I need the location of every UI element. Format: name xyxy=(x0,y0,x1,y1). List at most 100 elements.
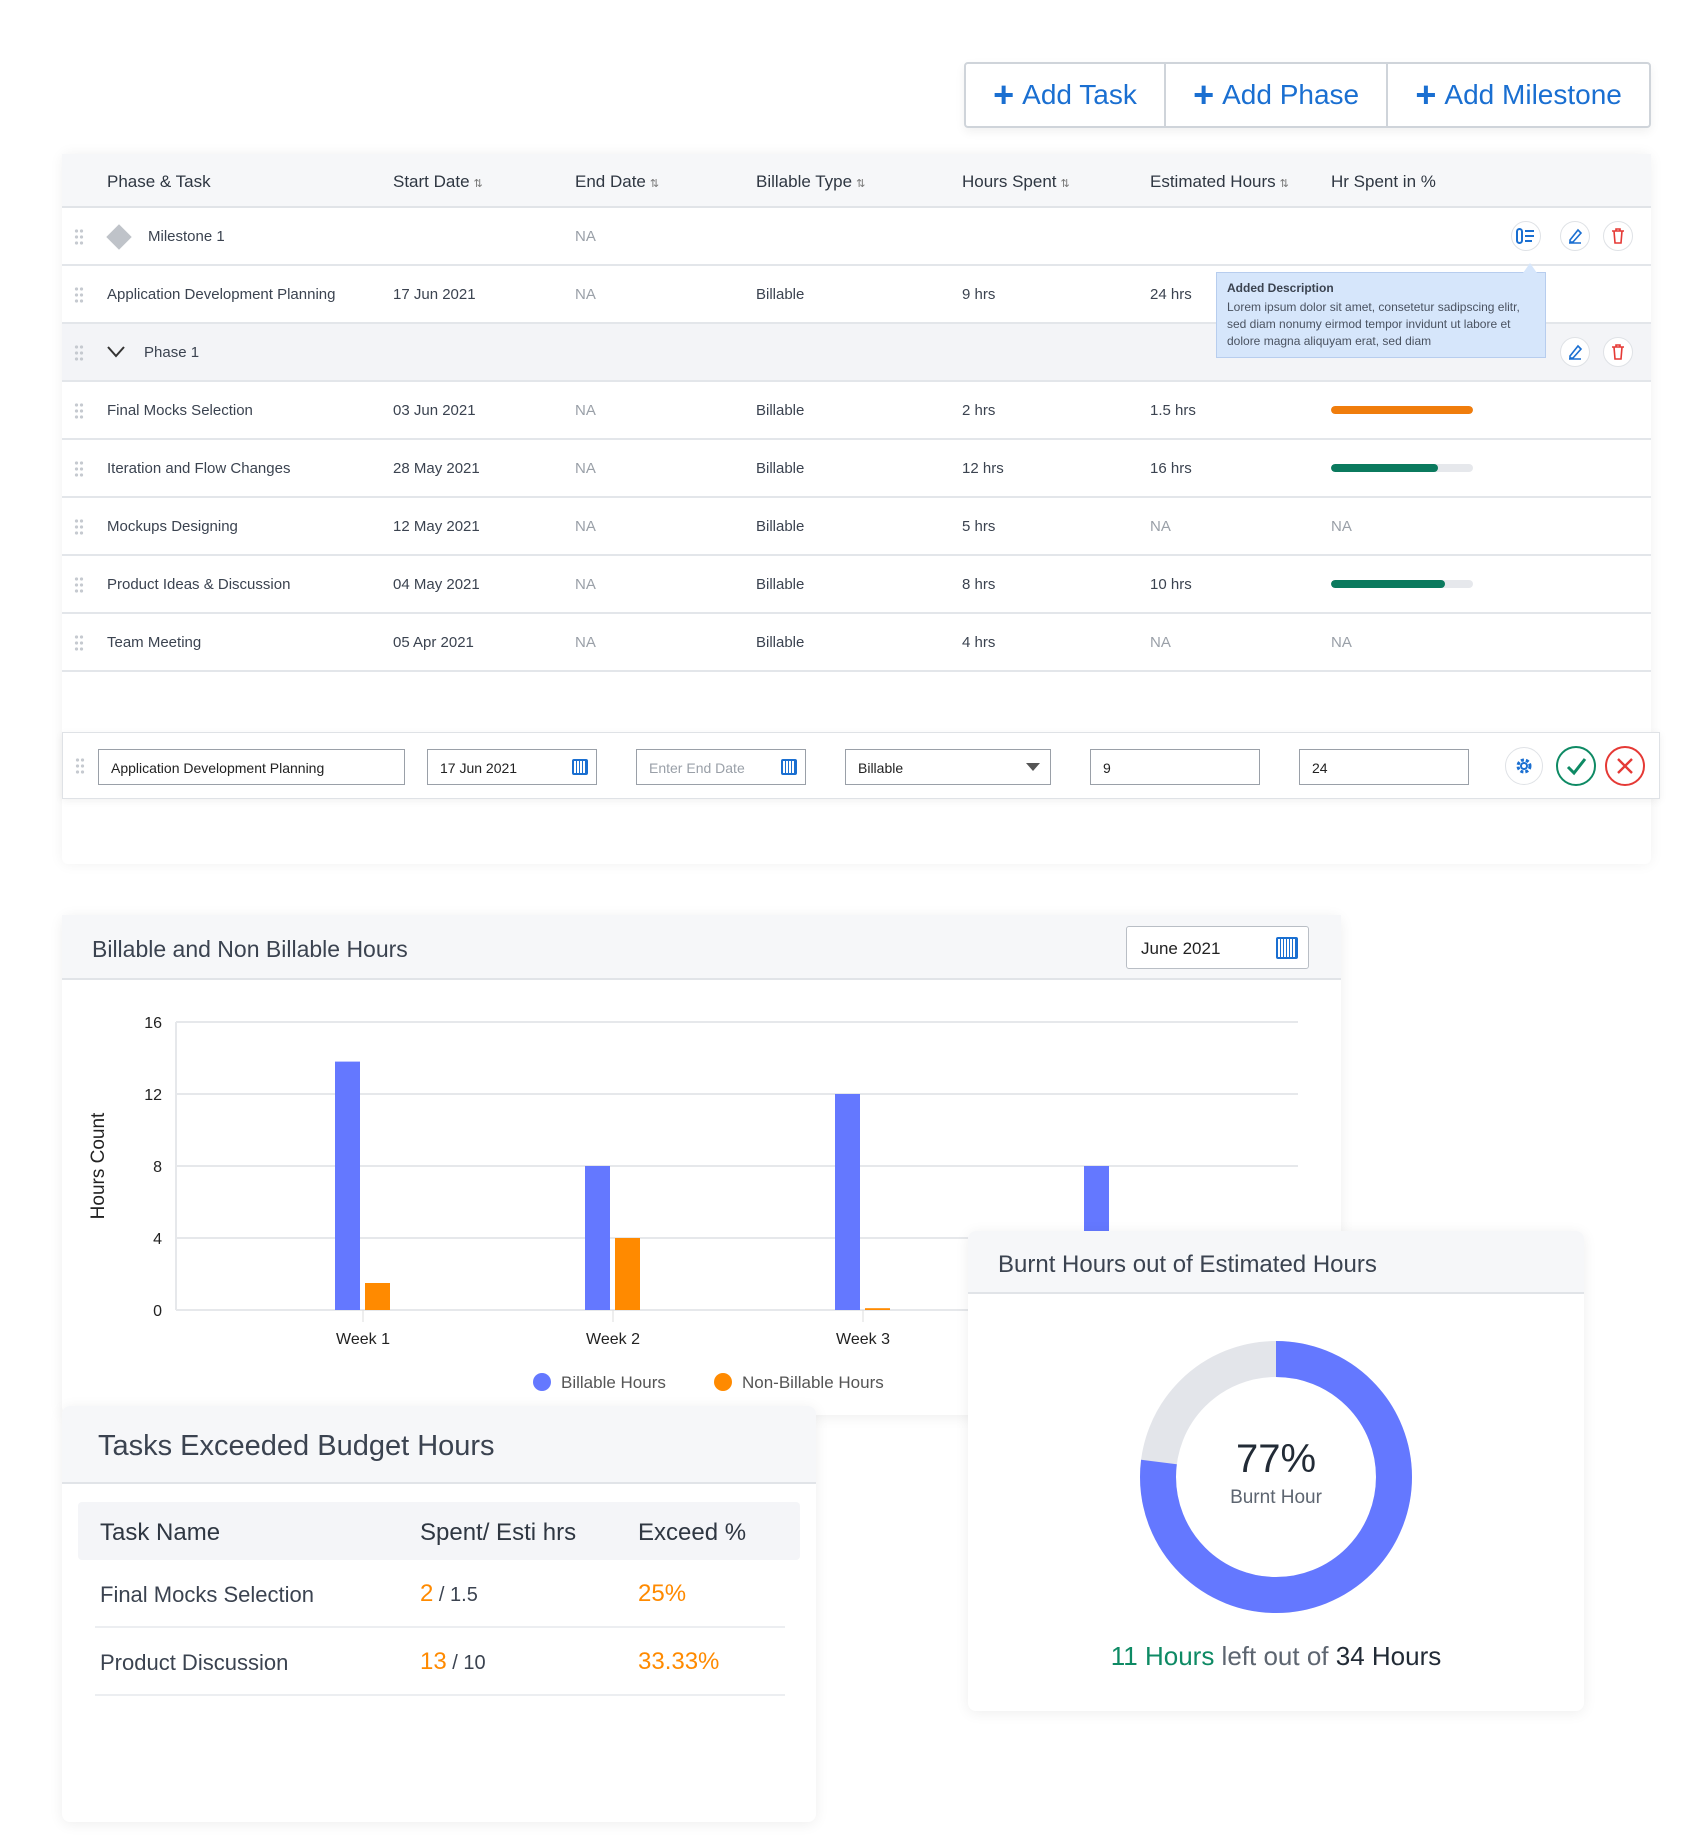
estimated-hours-input[interactable]: 24 xyxy=(1299,749,1469,785)
edit-button[interactable] xyxy=(1560,337,1590,367)
close-icon xyxy=(1617,758,1633,774)
add-phase-button[interactable]: + Add Phase xyxy=(1166,64,1389,126)
table-row[interactable]: Iteration and Flow Changes 28 May 2021 N… xyxy=(62,440,1651,498)
y-axis-label: Hours Count xyxy=(88,1112,109,1219)
calendar-icon[interactable] xyxy=(572,759,588,775)
drag-handle-icon[interactable] xyxy=(74,344,84,362)
drag-handle-icon[interactable] xyxy=(74,576,84,594)
start-date-input[interactable]: 17 Jun 2021 xyxy=(427,749,597,785)
sort-icon[interactable]: ⇅ xyxy=(650,178,659,190)
col-task-name: Task Name xyxy=(100,1519,221,1546)
col-exceed: Exceed % xyxy=(638,1519,747,1546)
add-milestone-label: Add Milestone xyxy=(1444,79,1622,110)
col-estimated-hours[interactable]: Estimated Hours ⇅ xyxy=(1150,172,1289,192)
drag-handle-icon[interactable] xyxy=(74,286,84,304)
task-name: Product Ideas & Discussion xyxy=(107,576,291,593)
col-start-date[interactable]: Start Date ⇅ xyxy=(393,172,483,192)
sort-icon[interactable]: ⇅ xyxy=(474,178,483,190)
estimated-hours: 16 hrs xyxy=(1150,460,1192,477)
x-tick-label: Week 1 xyxy=(336,1331,390,1348)
hours-spent: 2 hrs xyxy=(962,402,996,419)
end-date: NA xyxy=(575,460,596,477)
add-task-label: Add Task xyxy=(1022,79,1137,110)
add-phase-label: Add Phase xyxy=(1222,79,1360,110)
task-name-input[interactable]: Application Development Planning xyxy=(98,749,405,785)
progress-fill xyxy=(1331,464,1438,472)
tooltip-title: Added Description xyxy=(1227,281,1334,295)
trash-icon xyxy=(1612,228,1624,244)
list-item: Final Mocks Selection 2 / 1.5 25% xyxy=(95,1560,785,1628)
add-milestone-button[interactable]: + Add Milestone xyxy=(1388,64,1649,126)
bar-non-billable[interactable] xyxy=(615,1238,640,1310)
billable-type-select[interactable]: Billable xyxy=(845,749,1051,785)
bar-non-billable[interactable] xyxy=(365,1283,390,1310)
pencil-icon xyxy=(1569,344,1583,360)
hours-spent: 5 hrs xyxy=(962,518,996,535)
card-title: Tasks Exceeded Budget Hours xyxy=(98,1430,495,1462)
delete-button[interactable] xyxy=(1603,337,1633,367)
spent-esti: 2 / 1.5 xyxy=(420,1580,478,1608)
bar-billable[interactable] xyxy=(335,1061,360,1310)
trash-icon xyxy=(1612,344,1624,360)
chevron-down-icon[interactable] xyxy=(107,346,125,358)
drag-handle-icon[interactable] xyxy=(74,634,84,652)
sort-icon[interactable]: ⇅ xyxy=(1280,178,1289,190)
calendar-icon[interactable] xyxy=(781,759,797,775)
col-billable-type[interactable]: Billable Type ⇅ xyxy=(756,172,865,192)
plus-icon: + xyxy=(1193,74,1215,115)
hr-spent-pct: NA xyxy=(1331,634,1352,651)
drag-handle-icon[interactable] xyxy=(74,228,84,246)
drag-handle-icon[interactable] xyxy=(74,460,84,478)
drag-handle-icon[interactable] xyxy=(74,518,84,536)
end-date: NA xyxy=(575,402,596,419)
bar-non-billable[interactable] xyxy=(865,1308,890,1310)
bar-billable[interactable] xyxy=(835,1094,860,1310)
pencil-icon xyxy=(1569,228,1583,244)
col-phase-task: Phase & Task xyxy=(107,172,211,191)
task-name: Mockups Designing xyxy=(107,518,238,535)
drag-handle-icon[interactable] xyxy=(74,402,84,420)
col-hours-spent[interactable]: Hours Spent ⇅ xyxy=(962,172,1070,192)
x-tick-label: Week 2 xyxy=(586,1331,640,1348)
end-date: NA xyxy=(575,518,596,535)
sort-icon[interactable]: ⇅ xyxy=(856,178,865,190)
edit-button[interactable] xyxy=(1560,221,1590,251)
table-row[interactable]: Mockups Designing 12 May 2021 NA Billabl… xyxy=(62,498,1651,556)
table-row[interactable]: Team Meeting 05 Apr 2021 NA Billable 4 h… xyxy=(62,614,1651,672)
burnt-hours-card: Burnt Hours out of Estimated Hours 77% B… xyxy=(968,1231,1584,1711)
month-picker[interactable]: June 2021 xyxy=(1126,926,1309,969)
billable-type: Billable xyxy=(756,402,805,419)
end-date: NA xyxy=(575,228,596,245)
hr-spent-progress xyxy=(1331,464,1473,472)
settings-button[interactable] xyxy=(1505,747,1543,785)
start-date: 17 Jun 2021 xyxy=(393,286,476,303)
billable-type: Billable xyxy=(756,518,805,535)
col-end-date[interactable]: End Date ⇅ xyxy=(575,172,659,192)
end-date-input[interactable]: Enter End Date xyxy=(636,749,806,785)
calendar-icon[interactable] xyxy=(1276,937,1298,959)
table-row[interactable]: Product Ideas & Discussion 04 May 2021 N… xyxy=(62,556,1651,614)
cancel-button[interactable] xyxy=(1605,746,1645,786)
sort-icon[interactable]: ⇅ xyxy=(1061,178,1070,190)
start-date: 12 May 2021 xyxy=(393,518,480,535)
bar-billable[interactable] xyxy=(585,1166,610,1310)
add-task-button[interactable]: + Add Task xyxy=(966,64,1166,126)
task-name: Application Development Planning xyxy=(107,286,336,303)
legend-label[interactable]: Non-Billable Hours xyxy=(742,1373,884,1392)
legend-label[interactable]: Billable Hours xyxy=(561,1373,666,1392)
add-button-group: + Add Task + Add Phase + Add Milestone xyxy=(964,62,1651,128)
drag-handle-icon[interactable] xyxy=(75,757,85,775)
tasks-exceeded-card: Tasks Exceeded Budget Hours Task Name Sp… xyxy=(62,1406,816,1822)
hours-left: 11 Hours xyxy=(1110,1641,1215,1671)
milestone-row[interactable]: Milestone 1 NA xyxy=(62,208,1651,266)
description-button[interactable] xyxy=(1511,221,1541,251)
burnt-sub-label: Burnt Hour xyxy=(1230,1487,1322,1508)
col-spent-esti: Spent/ Esti hrs xyxy=(420,1519,577,1546)
delete-button[interactable] xyxy=(1603,221,1633,251)
card-header: Billable and Non Billable Hours June 202… xyxy=(62,915,1341,980)
hours-spent-input[interactable]: 9 xyxy=(1090,749,1260,785)
save-button[interactable] xyxy=(1556,746,1596,786)
progress-fill xyxy=(1331,580,1445,588)
table-row[interactable]: Final Mocks Selection 03 Jun 2021 NA Bil… xyxy=(62,382,1651,440)
list-item: Product Discussion 13 / 10 33.33% xyxy=(95,1628,785,1696)
